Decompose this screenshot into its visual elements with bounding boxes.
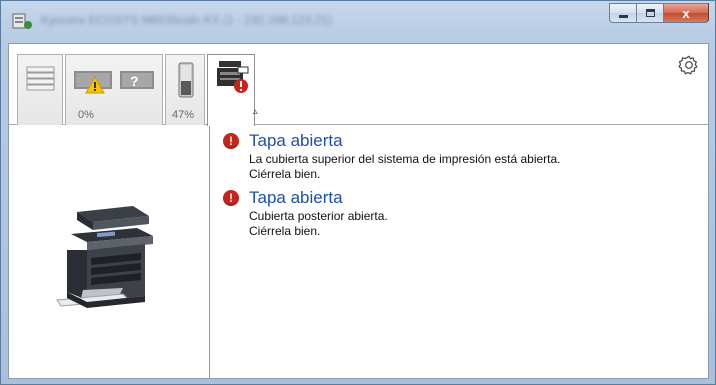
waste-toner-box-icon <box>178 62 194 98</box>
printer-image-pane <box>9 126 210 378</box>
svg-text:?: ? <box>130 73 139 89</box>
title-bar[interactable]: Kyocera ECOSYS M6535cidn KX (1 - 192.168… <box>1 1 715 43</box>
toner-cartridge-icon: ? <box>74 71 154 94</box>
status-messages: ! Tapa abierta La cubierta superior del … <box>223 130 693 244</box>
message-detail: Ciérrela bien. <box>249 167 321 181</box>
status-message: ! Tapa abierta Cubierta posterior abiert… <box>223 187 693 239</box>
window-title: Kyocera ECOSYS M6535cidn KX (1 - 192.168… <box>41 13 332 27</box>
message-title: Tapa abierta <box>249 131 343 150</box>
message-title: Tapa abierta <box>249 188 343 207</box>
minimize-icon <box>618 15 628 18</box>
client-area: ? 0% 47% ▵ ! Tapa abierta La cubierta su… <box>8 43 709 379</box>
close-button[interactable]: x <box>663 3 709 23</box>
message-detail: Ciérrela bien. <box>249 224 321 238</box>
minimize-button[interactable] <box>609 3 636 23</box>
collapse-icon[interactable]: ▵ <box>253 106 258 117</box>
tab-toner[interactable]: ? 0% <box>65 54 163 125</box>
gear-icon[interactable] <box>678 54 700 76</box>
tab-waste-toner[interactable]: 47% <box>165 54 205 125</box>
error-icon: ! <box>223 133 239 149</box>
app-icon <box>12 13 32 29</box>
error-icon: ! <box>223 190 239 206</box>
maximize-icon <box>645 9 655 17</box>
window-controls: x <box>609 3 709 25</box>
tab-paper[interactable] <box>17 54 63 125</box>
tab-strip: ? 0% 47% ▵ <box>9 44 708 126</box>
printer-error-icon <box>217 61 249 93</box>
paper-stack-icon <box>26 66 55 91</box>
message-detail: Cubierta posterior abierta. <box>249 209 388 223</box>
tab-printer-status[interactable] <box>207 54 255 126</box>
maximize-button[interactable] <box>636 3 663 23</box>
toner-level-label: 0% <box>78 109 94 121</box>
waste-toner-level-label: 47% <box>172 109 195 121</box>
printer-image <box>56 206 153 308</box>
message-detail: La cubierta superior del sistema de impr… <box>249 152 561 166</box>
status-monitor-window: Kyocera ECOSYS M6535cidn KX (1 - 192.168… <box>0 0 716 385</box>
status-message: ! Tapa abierta La cubierta superior del … <box>223 130 693 182</box>
